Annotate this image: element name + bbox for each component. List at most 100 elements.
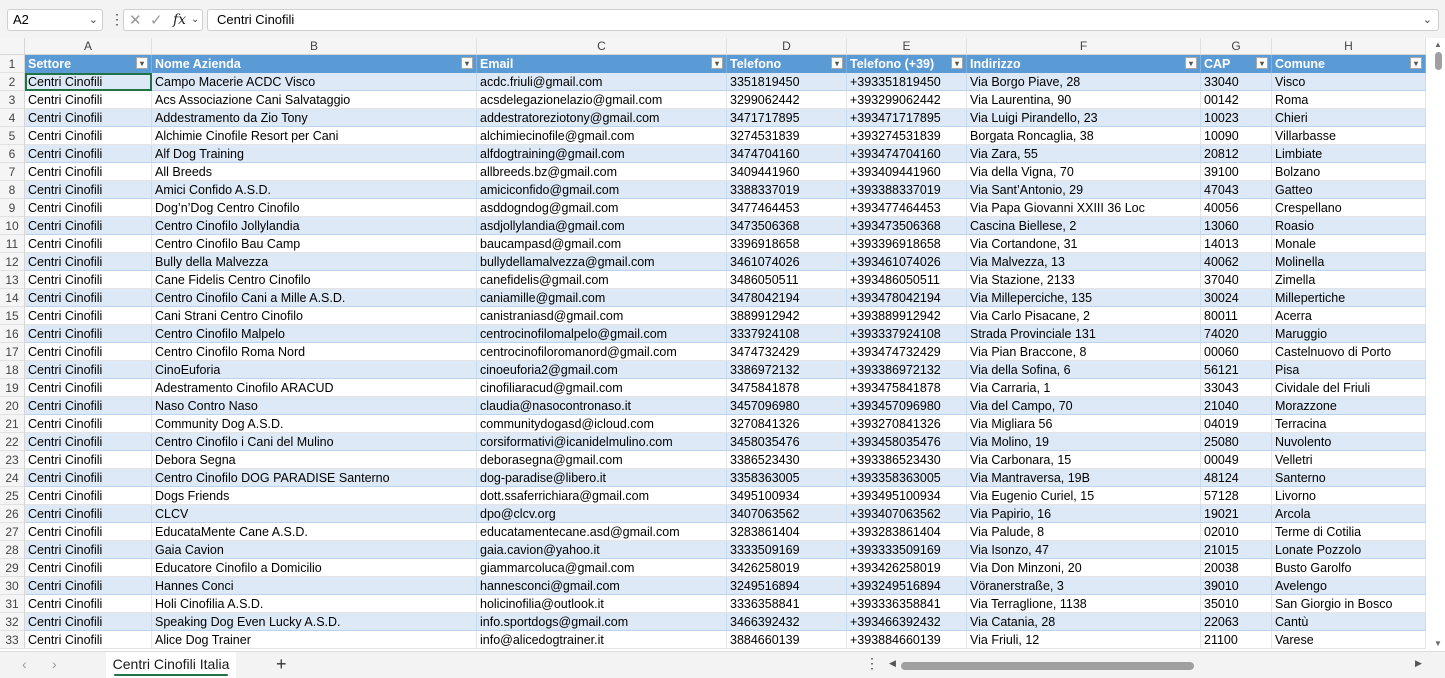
row-header[interactable]: 2 (0, 73, 25, 91)
table-cell[interactable]: Livorno (1272, 487, 1426, 505)
table-cell[interactable]: +393473506368 (847, 217, 967, 235)
row-header[interactable]: 3 (0, 91, 25, 109)
table-cell[interactable]: 3337924108 (727, 325, 847, 343)
table-cell[interactable]: 3471717895 (727, 109, 847, 127)
table-cell[interactable]: amiciconfido@gmail.com (477, 181, 727, 199)
table-cell[interactable]: dpo@clcv.org (477, 505, 727, 523)
table-cell[interactable]: Centro Cinofilo Jollylandia (152, 217, 477, 235)
table-cell[interactable]: +393475841878 (847, 379, 967, 397)
row-header[interactable]: 31 (0, 595, 25, 613)
table-cell[interactable]: 3495100934 (727, 487, 847, 505)
table-cell[interactable]: 10090 (1201, 127, 1272, 145)
row-header[interactable]: 30 (0, 577, 25, 595)
table-cell[interactable]: Via Eugenio Curiel, 15 (967, 487, 1201, 505)
table-cell[interactable]: +393270841326 (847, 415, 967, 433)
table-cell[interactable]: Cantù (1272, 613, 1426, 631)
table-cell[interactable]: Via Terraglione, 1138 (967, 595, 1201, 613)
table-cell[interactable]: 3336358841 (727, 595, 847, 613)
table-cell[interactable]: +393884660139 (847, 631, 967, 649)
table-cell[interactable]: Morazzone (1272, 397, 1426, 415)
table-cell[interactable]: communitydogasd@icloud.com (477, 415, 727, 433)
table-cell[interactable]: Millepertiche (1272, 289, 1426, 307)
table-cell[interactable]: +393474704160 (847, 145, 967, 163)
column-header[interactable]: D (727, 38, 847, 55)
table-cell[interactable]: +393486050511 (847, 271, 967, 289)
table-cell[interactable]: Centri Cinofili (25, 199, 152, 217)
table-cell[interactable]: 3466392432 (727, 613, 847, 631)
table-cell[interactable]: Via Luigi Pirandello, 23 (967, 109, 1201, 127)
table-cell[interactable]: Via Mantraversa, 19B (967, 469, 1201, 487)
table-cell[interactable]: Centri Cinofili (25, 271, 152, 289)
table-cell[interactable]: CLCV (152, 505, 477, 523)
table-cell[interactable]: Centri Cinofili (25, 235, 152, 253)
table-cell[interactable]: +393461074026 (847, 253, 967, 271)
table-cell[interactable]: 3351819450 (727, 73, 847, 91)
table-cell[interactable]: Adestramento Cinofilo ARACUD (152, 379, 477, 397)
table-cell[interactable]: canistraniasd@gmail.com (477, 307, 727, 325)
table-cell[interactable]: educatamentecane.asd@gmail.com (477, 523, 727, 541)
table-cell[interactable]: Via Isonzo, 47 (967, 541, 1201, 559)
table-cell[interactable]: Via Friuli, 12 (967, 631, 1201, 649)
table-cell[interactable]: Cividale del Friuli (1272, 379, 1426, 397)
table-cell[interactable]: 3407063562 (727, 505, 847, 523)
table-cell[interactable]: 22063 (1201, 613, 1272, 631)
row-header[interactable]: 17 (0, 343, 25, 361)
table-cell[interactable]: hannesconci@gmail.com (477, 577, 727, 595)
table-cell[interactable]: 3486050511 (727, 271, 847, 289)
table-cell[interactable]: Varese (1272, 631, 1426, 649)
table-cell[interactable]: 3457096980 (727, 397, 847, 415)
table-cell[interactable]: Amici Confido A.S.D. (152, 181, 477, 199)
row-header[interactable]: 28 (0, 541, 25, 559)
next-sheet-icon[interactable]: › (52, 656, 57, 672)
cancel-icon[interactable]: ✕ (129, 11, 142, 29)
table-cell[interactable]: +393458035476 (847, 433, 967, 451)
table-cell[interactable]: Via Carlo Pisacane, 2 (967, 307, 1201, 325)
table-cell[interactable]: Centri Cinofili (25, 163, 152, 181)
filter-dropdown-icon[interactable]: ▾ (831, 57, 843, 69)
table-cell[interactable]: +393283861404 (847, 523, 967, 541)
table-cell[interactable]: claudia@nasocontronaso.it (477, 397, 727, 415)
table-cell[interactable]: +393299062442 (847, 91, 967, 109)
table-cell[interactable]: Centri Cinofili (25, 181, 152, 199)
row-header[interactable]: 1 (0, 55, 25, 73)
row-header[interactable]: 33 (0, 631, 25, 649)
table-cell[interactable]: Via Stazione, 2133 (967, 271, 1201, 289)
table-cell[interactable]: 21015 (1201, 541, 1272, 559)
row-header[interactable]: 26 (0, 505, 25, 523)
row-header[interactable]: 22 (0, 433, 25, 451)
table-cell[interactable]: +393336358841 (847, 595, 967, 613)
table-cell[interactable]: 3426258019 (727, 559, 847, 577)
table-cell[interactable]: Centri Cinofili (25, 253, 152, 271)
table-cell[interactable]: 00060 (1201, 343, 1272, 361)
row-header[interactable]: 6 (0, 145, 25, 163)
table-cell[interactable]: Centri Cinofili (25, 505, 152, 523)
table-cell[interactable]: Avelengo (1272, 577, 1426, 595)
table-cell[interactable]: Centri Cinofili (25, 109, 152, 127)
table-cell[interactable]: Centri Cinofili (25, 433, 152, 451)
table-cell[interactable]: dott.ssaferrichiara@gmail.com (477, 487, 727, 505)
table-cell[interactable]: +393337924108 (847, 325, 967, 343)
table-cell[interactable]: Vöranerstraße, 3 (967, 577, 1201, 595)
column-header[interactable]: H (1272, 38, 1426, 55)
table-cell[interactable]: 25080 (1201, 433, 1272, 451)
table-cell[interactable]: Alchimie Cinofile Resort per Cani (152, 127, 477, 145)
table-cell[interactable]: centrocinofilomalpelo@gmail.com (477, 325, 727, 343)
table-cell[interactable]: 35010 (1201, 595, 1272, 613)
table-cell[interactable]: 10023 (1201, 109, 1272, 127)
table-cell[interactable]: Via Migliara 56 (967, 415, 1201, 433)
table-cell[interactable]: Busto Garolfo (1272, 559, 1426, 577)
table-cell[interactable]: 3478042194 (727, 289, 847, 307)
table-cell[interactable]: All Breeds (152, 163, 477, 181)
table-cell[interactable]: allbreeds.bz@gmail.com (477, 163, 727, 181)
chevron-down-icon[interactable]: ⌄ (191, 14, 199, 25)
filter-dropdown-icon[interactable]: ▾ (951, 57, 963, 69)
table-cell[interactable]: Campo Macerie ACDC Visco (152, 73, 477, 91)
table-cell[interactable]: Debora Segna (152, 451, 477, 469)
table-cell[interactable]: Centri Cinofili (25, 577, 152, 595)
table-cell[interactable]: alfdogtraining@gmail.com (477, 145, 727, 163)
table-cell[interactable]: Centri Cinofili (25, 91, 152, 109)
confirm-icon[interactable]: ✓ (150, 11, 163, 29)
table-cell[interactable]: asddogndog@gmail.com (477, 199, 727, 217)
table-cell[interactable]: +393388337019 (847, 181, 967, 199)
table-cell[interactable]: 3409441960 (727, 163, 847, 181)
